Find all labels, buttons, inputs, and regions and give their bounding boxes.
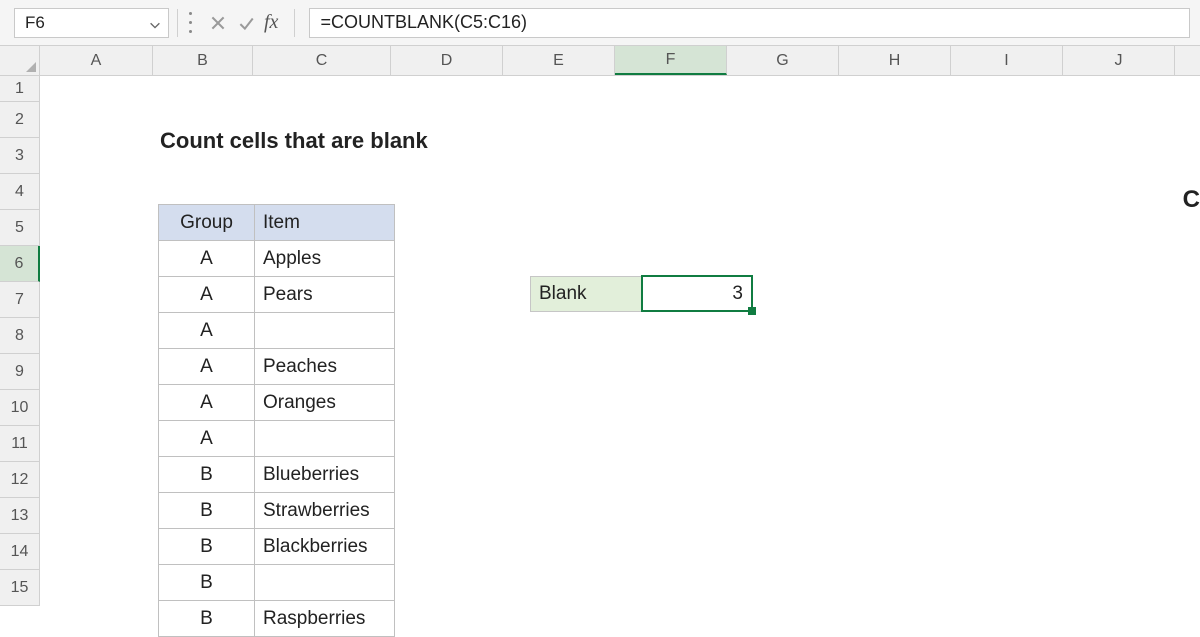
table-row: BBlueberries xyxy=(159,457,395,493)
cell-item[interactable] xyxy=(255,313,395,349)
divider xyxy=(177,9,178,37)
cell-group[interactable]: B xyxy=(159,529,255,565)
spreadsheet-grid: ABCDEFGHIJ 123456789101112131415 Count c… xyxy=(0,46,1200,606)
column-header-J[interactable]: J xyxy=(1063,46,1175,75)
column-header-H[interactable]: H xyxy=(839,46,951,75)
row-header-7[interactable]: 7 xyxy=(0,282,39,318)
cell-item[interactable]: Oranges xyxy=(255,385,395,421)
cell-item[interactable]: Peaches xyxy=(255,349,395,385)
check-icon[interactable] xyxy=(232,9,260,37)
cell-item[interactable]: Raspberries xyxy=(255,601,395,637)
column-header-B[interactable]: B xyxy=(153,46,253,75)
column-header-G[interactable]: G xyxy=(727,46,839,75)
row-header-15[interactable]: 15 xyxy=(0,570,39,606)
table-row: APears xyxy=(159,277,395,313)
column-headers: ABCDEFGHIJ xyxy=(0,46,1200,76)
row-headers: 123456789101112131415 xyxy=(0,76,40,606)
cell-item[interactable] xyxy=(255,565,395,601)
cancel-icon[interactable] xyxy=(204,9,232,37)
row-header-1[interactable]: 1 xyxy=(0,76,39,102)
cell-group[interactable]: A xyxy=(159,241,255,277)
cell-item[interactable]: Blackberries xyxy=(255,529,395,565)
header-item[interactable]: Item xyxy=(255,205,395,241)
cell-group[interactable]: B xyxy=(159,457,255,493)
table-row: A xyxy=(159,313,395,349)
data-table: Group Item AApplesAPearsAAPeachesAOrange… xyxy=(158,204,395,637)
cell-group[interactable]: B xyxy=(159,601,255,637)
column-header-C[interactable]: C xyxy=(253,46,391,75)
cell-group[interactable]: A xyxy=(159,277,255,313)
row-header-11[interactable]: 11 xyxy=(0,426,39,462)
formula-text: =COUNTBLANK(C5:C16) xyxy=(320,12,527,33)
result-label-cell[interactable]: Blank xyxy=(530,276,642,312)
divider xyxy=(294,9,295,37)
select-all-corner[interactable] xyxy=(0,46,40,75)
cell-group[interactable]: B xyxy=(159,493,255,529)
row-header-6[interactable]: 6 xyxy=(0,246,40,282)
sheet-title: Count cells that are blank xyxy=(160,128,428,154)
row-header-13[interactable]: 13 xyxy=(0,498,39,534)
cell-item[interactable]: Strawberries xyxy=(255,493,395,529)
cell-group[interactable]: A xyxy=(159,313,255,349)
table-row: B xyxy=(159,565,395,601)
cell-item[interactable]: Pears xyxy=(255,277,395,313)
fx-icon[interactable]: fx xyxy=(264,11,278,34)
table-row: BRaspberries xyxy=(159,601,395,637)
row-header-4[interactable]: 4 xyxy=(0,174,39,210)
header-group[interactable]: Group xyxy=(159,205,255,241)
result-value-cell[interactable]: 3 xyxy=(641,275,753,312)
cell-item[interactable]: Blueberries xyxy=(255,457,395,493)
row-header-5[interactable]: 5 xyxy=(0,210,39,246)
name-box[interactable]: F6 xyxy=(14,8,169,38)
cells-area[interactable]: Count cells that are blank Group Item AA… xyxy=(40,76,1200,606)
cell-group[interactable]: B xyxy=(159,565,255,601)
name-box-text: F6 xyxy=(25,13,45,33)
table-row: BBlackberries xyxy=(159,529,395,565)
column-header-E[interactable]: E xyxy=(503,46,615,75)
row-header-9[interactable]: 9 xyxy=(0,354,39,390)
fill-handle[interactable] xyxy=(748,307,756,315)
table-row: APeaches xyxy=(159,349,395,385)
row-header-2[interactable]: 2 xyxy=(0,102,39,138)
cell-item[interactable] xyxy=(255,421,395,457)
formula-input[interactable]: =COUNTBLANK(C5:C16) xyxy=(309,8,1190,38)
cutoff-text: C xyxy=(1183,186,1200,214)
cell-group[interactable]: A xyxy=(159,385,255,421)
chevron-down-icon[interactable] xyxy=(148,16,162,30)
cell-group[interactable]: A xyxy=(159,421,255,457)
column-header-D[interactable]: D xyxy=(391,46,503,75)
table-row: AOranges xyxy=(159,385,395,421)
column-header-I[interactable]: I xyxy=(951,46,1063,75)
row-header-8[interactable]: 8 xyxy=(0,318,39,354)
table-row: BStrawberries xyxy=(159,493,395,529)
column-header-A[interactable]: A xyxy=(40,46,153,75)
cell-group[interactable]: A xyxy=(159,349,255,385)
table-row: AApples xyxy=(159,241,395,277)
cell-item[interactable]: Apples xyxy=(255,241,395,277)
row-header-14[interactable]: 14 xyxy=(0,534,39,570)
table-row: A xyxy=(159,421,395,457)
column-header-F[interactable]: F xyxy=(615,46,727,75)
row-header-10[interactable]: 10 xyxy=(0,390,39,426)
formula-bar: F6 fx =COUNTBLANK(C5:C16) xyxy=(0,0,1200,46)
row-header-3[interactable]: 3 xyxy=(0,138,39,174)
row-header-12[interactable]: 12 xyxy=(0,462,39,498)
drag-handle-icon[interactable] xyxy=(186,10,194,36)
